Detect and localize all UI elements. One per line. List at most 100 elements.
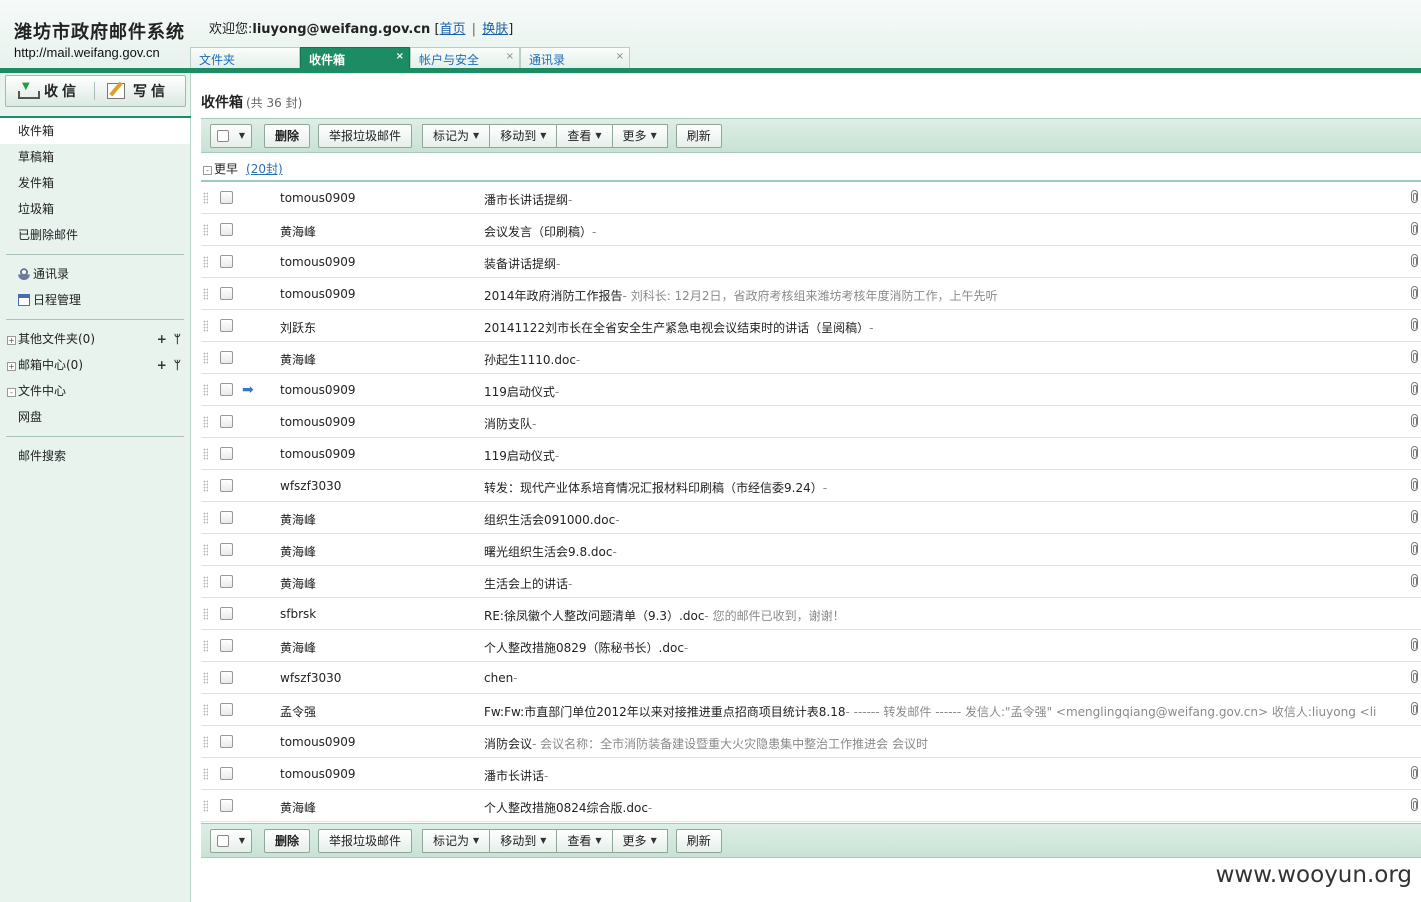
drag-handle-icon[interactable] [203,640,208,652]
mail-sender[interactable]: tomous0909 [280,447,355,461]
sidebar-item-drafts[interactable]: 草稿箱 [0,144,190,170]
collapse-icon[interactable]: - [203,166,212,175]
drag-handle-icon[interactable] [203,352,208,364]
mail-subject[interactable]: RE:徐凤徽个人整改问题清单（9.3）.doc [484,609,704,623]
sidebar-item-outbox[interactable]: 发件箱 [0,170,190,196]
mail-subject-cell[interactable]: chen- [484,671,1384,685]
tab-contacts[interactable]: 通讯录 × [520,47,630,68]
mail-sender[interactable]: sfbrsk [280,607,316,621]
close-icon[interactable]: × [396,51,404,62]
mail-row[interactable]: 黄海峰 曙光组织生活会9.8.doc- [201,534,1421,566]
mail-sender[interactable]: tomous0909 [280,383,355,397]
mail-group-header[interactable]: - 更早 (20封) [201,158,1421,182]
move-to-dropdown[interactable]: 移动到 ▼ [490,828,558,853]
sidebar-item-spam[interactable]: 垃圾箱 [0,196,190,222]
mail-subject-cell[interactable]: 119启动仪式- [484,383,1384,400]
mail-subject-cell[interactable]: 组织生活会091000.doc- [484,511,1384,528]
mail-checkbox[interactable] [220,223,233,236]
mail-checkbox[interactable] [220,415,233,428]
mail-row[interactable]: 黄海峰 生活会上的讲话- [201,566,1421,598]
expand-icon[interactable]: + [7,336,16,345]
drag-handle-icon[interactable] [203,512,208,524]
mail-checkbox[interactable] [220,607,233,620]
mail-row[interactable]: 黄海峰 个人整改措施0824综合版.doc- [201,790,1421,822]
mail-subject[interactable]: Fw:Fw:市直部门单位2012年以来对接推进重点招商项目统计表8.18 [484,705,845,719]
more-dropdown[interactable]: 更多 ▼ [612,123,668,148]
mail-subject[interactable]: 会议发言（印刷稿） [484,225,592,239]
mail-sender[interactable]: tomous0909 [280,767,355,781]
manage-mailbox-icon[interactable]: ᛘ [174,358,181,372]
mail-checkbox[interactable] [220,383,233,396]
mail-row[interactable]: sfbrsk RE:徐凤徽个人整改问题清单（9.3）.doc- 您的邮件已收到，谢… [201,598,1421,630]
collapse-icon[interactable]: - [7,388,16,397]
refresh-button[interactable]: 刷新 [675,828,722,853]
view-dropdown[interactable]: 查看 ▼ [557,828,613,853]
mail-row[interactable]: tomous0909 119启动仪式- [201,438,1421,470]
mail-subject[interactable]: 消防支队 [484,417,532,431]
mail-row[interactable]: 黄海峰 个人整改措施0829（陈秘书长）.doc- [201,630,1421,662]
mail-checkbox[interactable] [220,255,233,268]
drag-handle-icon[interactable] [203,448,208,460]
mail-sender[interactable]: 黄海峰 [280,799,316,816]
mail-subject-cell[interactable]: 曙光组织生活会9.8.doc- [484,543,1384,560]
mail-subject[interactable]: 个人整改措施0829（陈秘书长）.doc [484,641,684,655]
mail-sender[interactable]: 黄海峰 [280,575,316,592]
mail-checkbox[interactable] [220,351,233,364]
drag-handle-icon[interactable] [203,736,208,748]
more-dropdown[interactable]: 更多 ▼ [612,828,668,853]
drag-handle-icon[interactable] [203,800,208,812]
drag-handle-icon[interactable] [203,608,208,620]
mail-subject-cell[interactable]: 会议发言（印刷稿）- [484,223,1384,240]
sidebar-item-mailbox-center[interactable]: + 邮箱中心(0) + ᛘ [0,352,190,378]
sidebar-item-inbox[interactable]: 收件箱 [0,118,190,144]
mail-sender[interactable]: tomous0909 [280,191,355,205]
tab-account-security[interactable]: 帐户与安全 × [410,47,520,68]
mail-checkbox[interactable] [220,639,233,652]
mail-checkbox[interactable] [220,319,233,332]
mail-sender[interactable]: wfszf3030 [280,479,341,493]
drag-handle-icon[interactable] [203,576,208,588]
mail-sender[interactable]: 孟令强 [280,703,316,720]
mail-row[interactable]: wfszf3030 chen- [201,662,1421,694]
mail-row[interactable]: tomous0909 2014年政府消防工作报告- 刘科长: 12月2日，省政府考… [201,278,1421,310]
mail-row[interactable]: 黄海峰 组织生活会091000.doc- [201,502,1421,534]
mail-subject-cell[interactable]: 潘市长讲话提纲- [484,191,1384,208]
mail-subject[interactable]: 2014年政府消防工作报告 [484,289,623,303]
mail-sender[interactable]: tomous0909 [280,735,355,749]
sidebar-item-contacts[interactable]: 通讯录 [0,261,190,287]
mail-sender[interactable]: 黄海峰 [280,351,316,368]
mail-checkbox[interactable] [220,543,233,556]
mail-subject-cell[interactable]: 孙起生1110.doc- [484,351,1384,368]
mail-checkbox[interactable] [220,479,233,492]
mail-subject[interactable]: 组织生活会091000.doc [484,513,615,527]
add-mailbox-icon[interactable]: + [157,358,167,372]
home-link[interactable]: 首页 [440,22,466,37]
mark-as-dropdown[interactable]: 标记为 ▼ [422,828,491,853]
mail-row[interactable]: tomous0909 消防支队- [201,406,1421,438]
mail-subject-cell[interactable]: 20141122刘市长在全省安全生产紧急电视会议结束时的讲话（呈阅稿）- [484,319,1384,336]
select-all-checkbox[interactable] [217,129,229,142]
mail-checkbox[interactable] [220,511,233,524]
mail-checkbox[interactable] [220,447,233,460]
receive-mail-button[interactable]: 收信 [6,76,94,106]
mail-subject[interactable]: 生活会上的讲话 [484,577,568,591]
mail-row[interactable]: tomous0909 潘市长讲话- [201,758,1421,790]
mail-subject[interactable]: 孙起生1110.doc [484,353,576,367]
mail-subject[interactable]: 个人整改措施0824综合版.doc [484,801,648,815]
compose-mail-button[interactable]: 写信 [95,76,185,106]
view-dropdown[interactable]: 查看 ▼ [557,123,613,148]
tab-folders[interactable]: 文件夹 [190,47,300,68]
drag-handle-icon[interactable] [203,320,208,332]
mail-subject-cell[interactable]: 转发：现代产业体系培育情况汇报材料印刷稿（市经信委9.24）- [484,479,1384,496]
mail-subject[interactable]: chen [484,671,513,685]
mail-row[interactable]: 刘跃东 20141122刘市长在全省安全生产紧急电视会议结束时的讲话（呈阅稿）- [201,310,1421,342]
mail-subject[interactable]: 119启动仪式 [484,449,555,463]
mail-row[interactable]: 黄海峰 孙起生1110.doc- [201,342,1421,374]
move-to-dropdown[interactable]: 移动到 ▼ [490,123,558,148]
drag-handle-icon[interactable] [203,224,208,236]
mail-subject-cell[interactable]: 消防支队- [484,415,1384,432]
mail-checkbox[interactable] [220,671,233,684]
sidebar-item-mail-search[interactable]: 邮件搜索 [0,443,190,469]
mail-subject-cell[interactable]: 个人整改措施0824综合版.doc- [484,799,1384,816]
mail-subject-cell[interactable]: RE:徐凤徽个人整改问题清单（9.3）.doc- 您的邮件已收到，谢谢！ [484,607,1384,624]
